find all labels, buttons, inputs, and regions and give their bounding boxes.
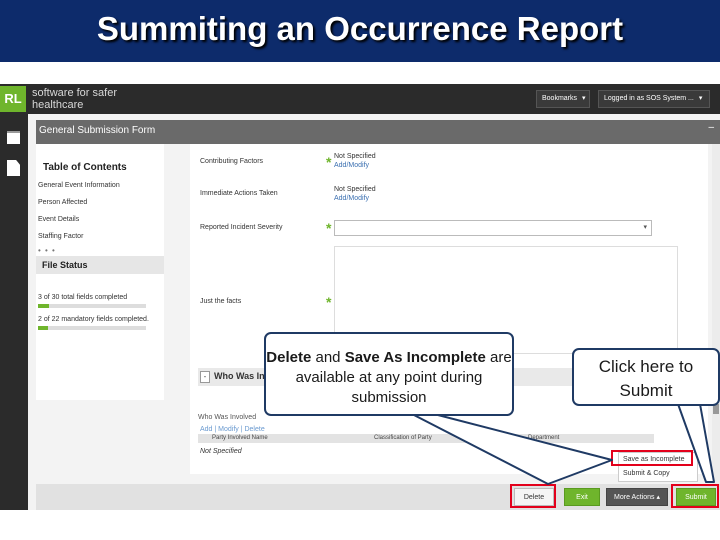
callout-tails: [411, 403, 715, 485]
submit-callout: Click here to Submit: [572, 348, 720, 406]
callout-text: and: [311, 349, 345, 366]
callout-bold-save: Save As Incomplete: [344, 349, 486, 366]
callout-bold-delete: Delete: [266, 349, 312, 366]
delete-save-callout: Delete and Save As Incomplete are availa…: [264, 332, 514, 416]
